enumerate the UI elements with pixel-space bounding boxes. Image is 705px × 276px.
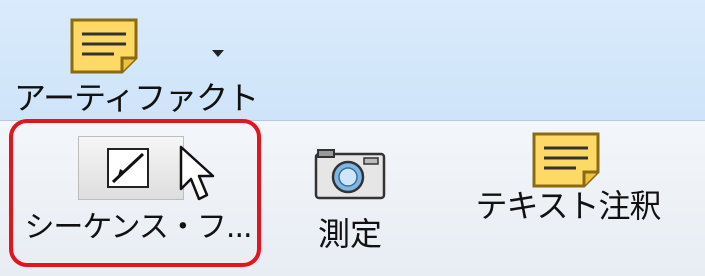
artifact-button[interactable]: アーティファクト bbox=[14, 14, 259, 116]
sequence-flow-button[interactable]: シーケンス・フ... bbox=[20, 126, 256, 266]
sequence-flow-icon bbox=[107, 148, 149, 188]
measure-label: 測定 bbox=[317, 215, 382, 253]
dropdown-arrow-icon[interactable] bbox=[212, 50, 224, 57]
note-icon bbox=[70, 18, 138, 74]
text-annotation-label: テキスト注釈 bbox=[475, 187, 661, 225]
measure-button[interactable]: 測定 bbox=[290, 126, 410, 266]
artifact-button-label: アーティファクト bbox=[14, 79, 259, 117]
mouse-pointer-icon bbox=[179, 145, 215, 201]
camera-icon bbox=[314, 149, 386, 200]
sequence-flow-icon-frame bbox=[78, 136, 184, 200]
text-annotation-button[interactable]: テキスト注釈 bbox=[468, 126, 668, 266]
text-annotation-icon bbox=[532, 132, 600, 188]
sequence-flow-label: シーケンス・フ... bbox=[24, 210, 252, 245]
